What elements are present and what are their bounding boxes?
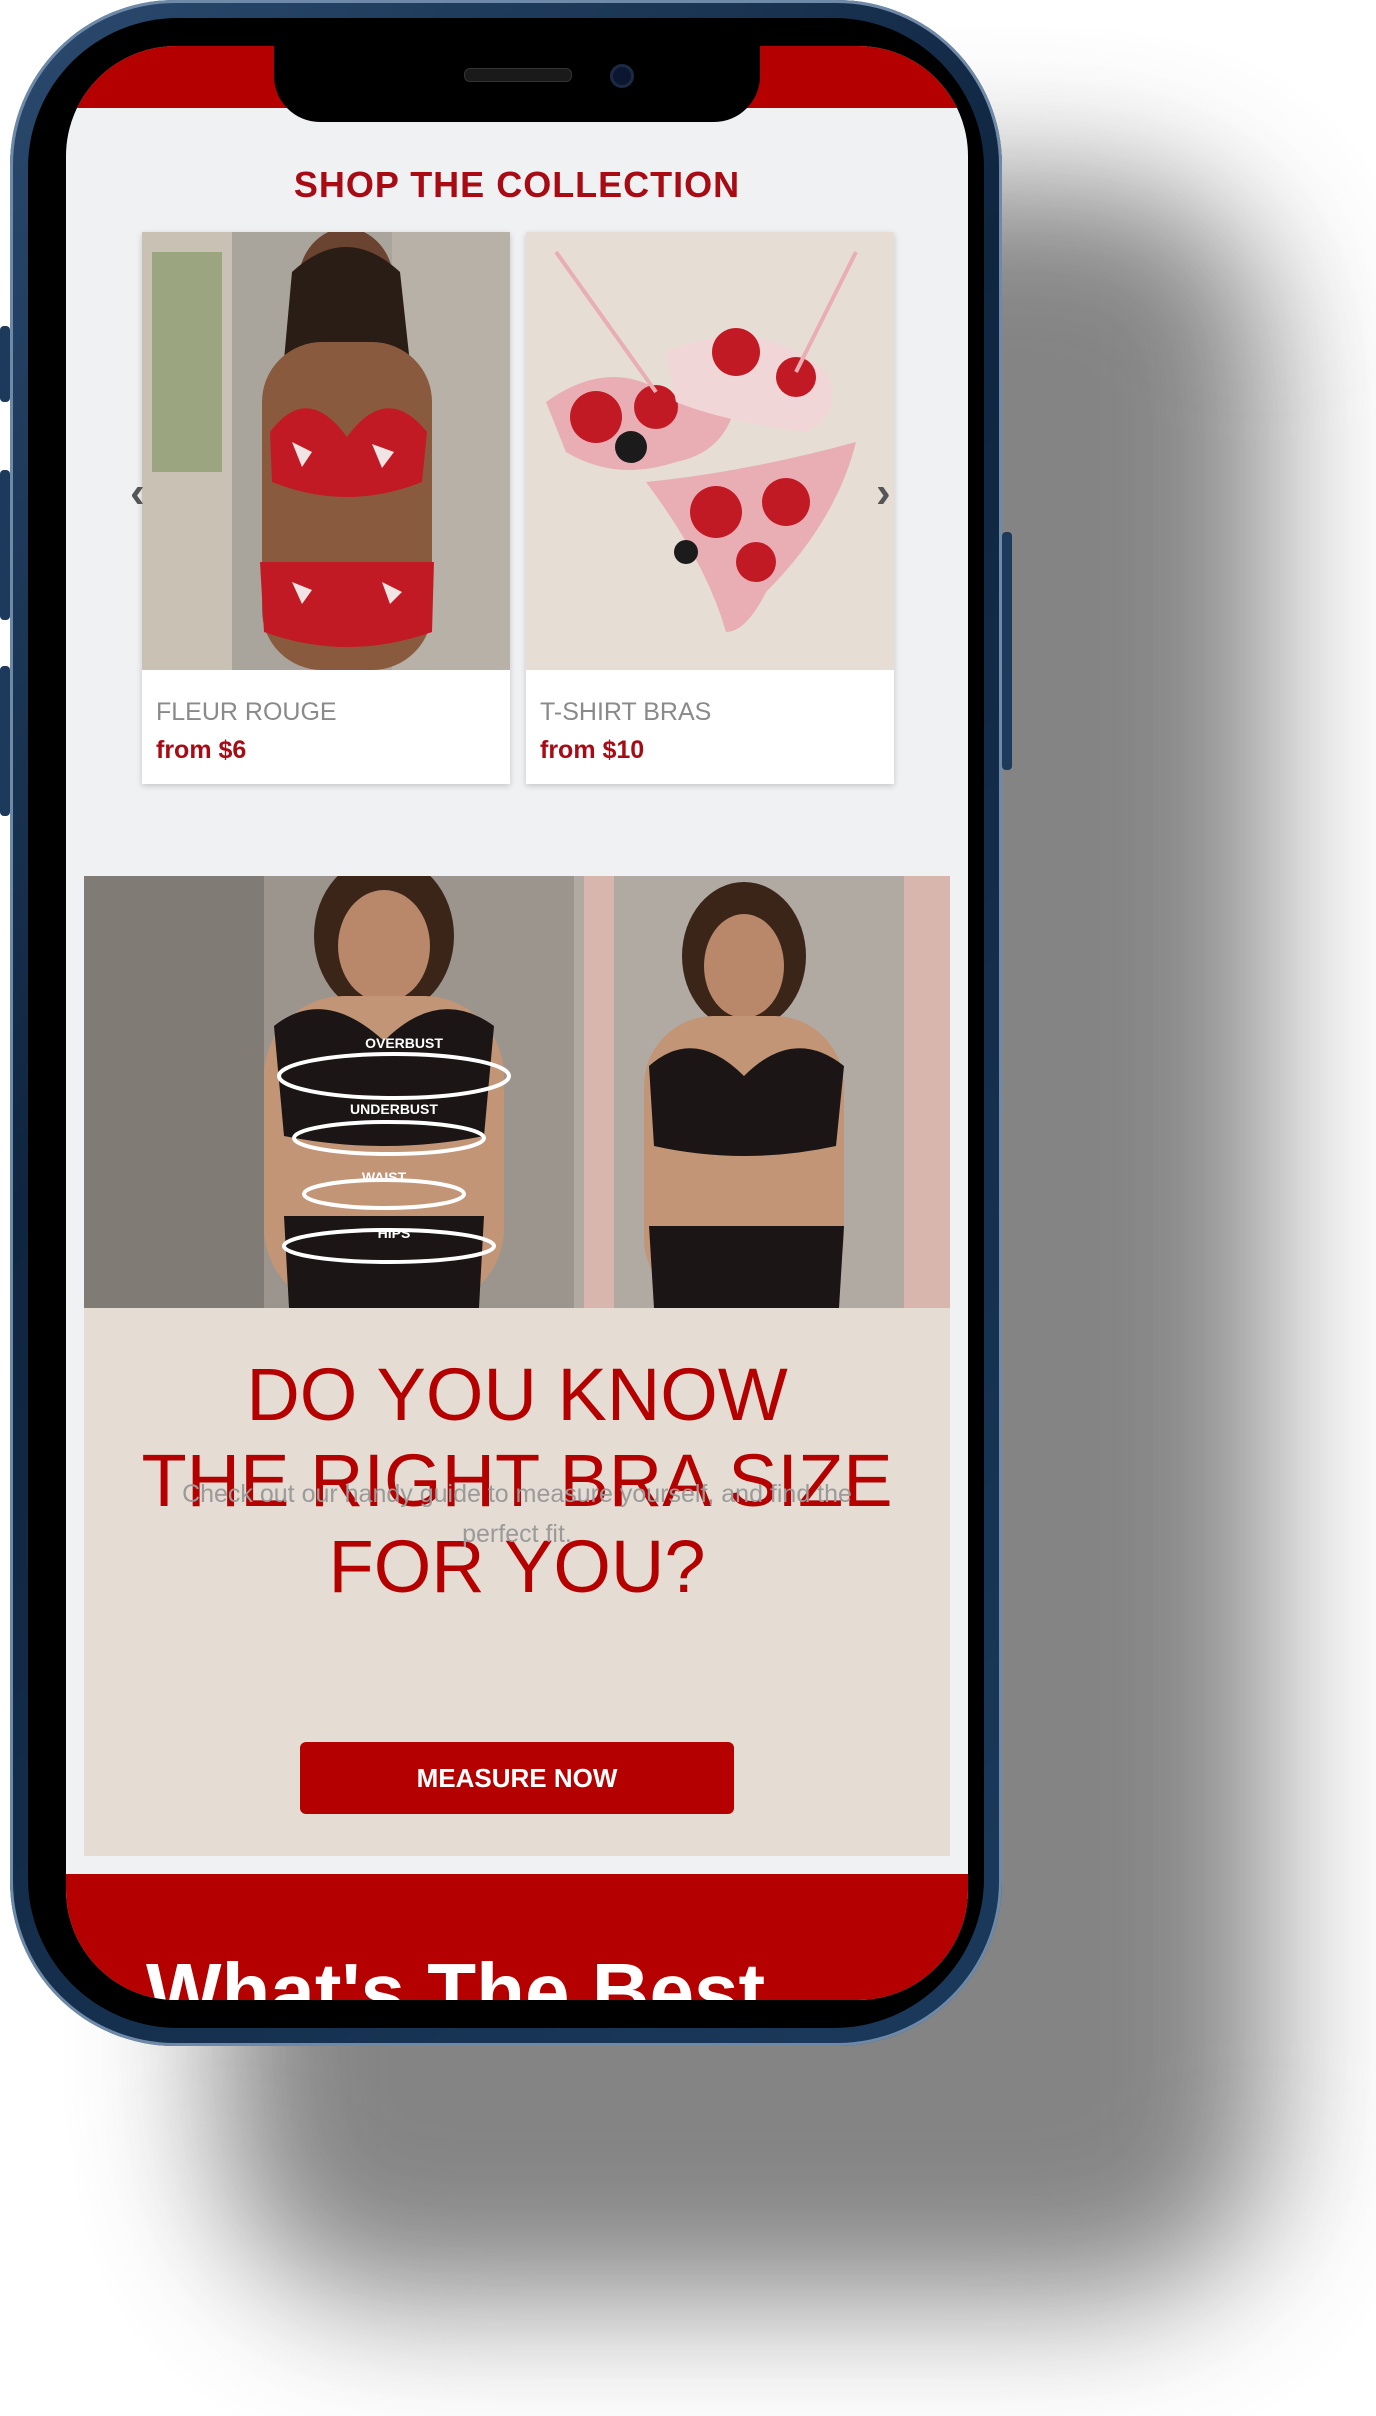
section-title: What's The Best bbox=[146, 1947, 766, 2000]
chevron-right-icon: › bbox=[876, 468, 891, 517]
product-price: from $6 bbox=[156, 736, 247, 764]
measurement-photo: OVERBUST UNDERBUST WAIST HIPS bbox=[84, 876, 950, 1308]
shop-collection-heading: SHOP THE COLLECTION bbox=[293, 164, 741, 205]
volume-down-button bbox=[0, 666, 10, 816]
mute-switch bbox=[0, 326, 10, 402]
phone-frame: SHOP THE COLLECTION FLEUR ROUGE from $6 … bbox=[0, 0, 1012, 2046]
whats-the-best-section: What's The Best bbox=[66, 1874, 968, 2000]
carousel-prev-button[interactable]: ‹ bbox=[130, 468, 145, 518]
product-image[interactable] bbox=[526, 232, 894, 670]
product-card-fleur-rouge[interactable]: FLEUR ROUGE from $6 bbox=[142, 232, 510, 784]
chevron-left-icon: ‹ bbox=[130, 468, 145, 517]
power-button bbox=[1002, 532, 1012, 770]
overbust-label: OVERBUST bbox=[365, 1035, 443, 1051]
heading-line: DO YOU KNOW bbox=[246, 1353, 788, 1436]
product-image[interactable] bbox=[142, 232, 510, 670]
volume-up-button bbox=[0, 470, 10, 620]
carousel-next-button[interactable]: › bbox=[876, 468, 891, 518]
underbust-label: UNDERBUST bbox=[350, 1101, 438, 1117]
product-name[interactable]: T-SHIRT BRAS bbox=[540, 698, 711, 727]
waist-label: WAIST bbox=[362, 1169, 407, 1185]
product-card-tshirt-bras[interactable]: T-SHIRT BRAS from $10 bbox=[526, 232, 894, 784]
measure-now-button[interactable]: MEASURE NOW bbox=[300, 1742, 734, 1814]
product-price: from $10 bbox=[540, 736, 645, 764]
guide-description: Check out our handy guide to measure you… bbox=[182, 1480, 852, 1548]
product-name[interactable]: FLEUR ROUGE bbox=[156, 698, 337, 727]
front-camera bbox=[610, 64, 634, 88]
bra-size-guide-section: OVERBUST UNDERBUST WAIST HIPS DO YOU KNO… bbox=[84, 876, 950, 1856]
hips-label: HIPS bbox=[378, 1225, 411, 1241]
phone-notch bbox=[274, 46, 760, 122]
phone-screen: SHOP THE COLLECTION FLEUR ROUGE from $6 … bbox=[66, 46, 968, 2000]
speaker-grille bbox=[464, 68, 572, 82]
